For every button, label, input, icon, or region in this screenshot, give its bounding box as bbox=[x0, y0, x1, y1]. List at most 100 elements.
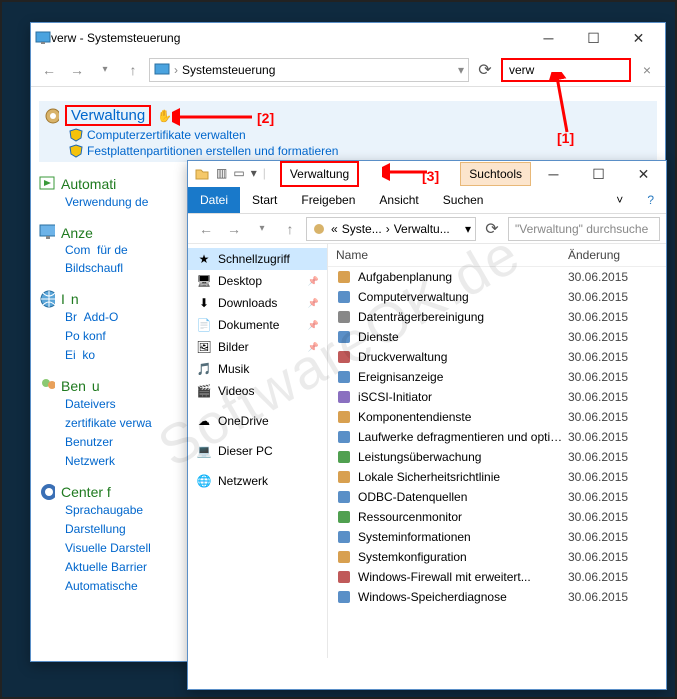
tab-share[interactable]: Freigeben bbox=[289, 187, 367, 213]
folder-icon: 🖥 bbox=[196, 273, 212, 289]
col-date[interactable]: Änderung bbox=[568, 248, 658, 262]
tab-file[interactable]: Datei bbox=[188, 187, 240, 213]
sidebar-item[interactable]: 🖼Bilder bbox=[188, 336, 327, 358]
list-item[interactable]: Dienste30.06.2015 bbox=[328, 327, 666, 347]
search-placeholder: "Verwaltung" durchsuche bbox=[515, 222, 648, 236]
list-item[interactable]: Computerverwaltung30.06.2015 bbox=[328, 287, 666, 307]
list-item[interactable]: Datenträgerbereinigung30.06.2015 bbox=[328, 307, 666, 327]
ribbon: Datei Start Freigeben Ansicht Suchen ˅ ? bbox=[188, 187, 666, 214]
sidebar-item-label: Netzwerk bbox=[218, 474, 268, 488]
recent-button[interactable]: ▾ bbox=[250, 217, 274, 241]
tab-view[interactable]: Ansicht bbox=[367, 187, 430, 213]
list-item[interactable]: Laufwerke defragmentieren und optimier..… bbox=[328, 427, 666, 447]
refresh-button[interactable]: ⟳ bbox=[480, 217, 504, 241]
sidebar-item-label: Videos bbox=[218, 384, 254, 398]
forward-button[interactable]: → bbox=[65, 58, 89, 82]
help-icon[interactable]: ? bbox=[635, 187, 666, 213]
quick-access-toolbar: ▥ ▭ ▾ | bbox=[188, 166, 272, 182]
file-name: Windows-Speicherdiagnose bbox=[358, 590, 568, 604]
file-date: 30.06.2015 bbox=[568, 290, 658, 304]
breadcrumb-item[interactable]: Systemsteuerung bbox=[182, 63, 275, 77]
back-button[interactable]: ← bbox=[37, 58, 61, 82]
address-bar[interactable]: « Syste... › Verwaltu... ▾ bbox=[306, 217, 476, 241]
col-name[interactable]: Name bbox=[336, 248, 568, 262]
minimize-button[interactable]: ─ bbox=[531, 160, 576, 188]
result-sublink[interactable]: Com bbox=[65, 243, 90, 257]
file-name: Windows-Firewall mit erweitert... bbox=[358, 570, 568, 584]
sidebar-item[interactable]: 🖥Desktop bbox=[188, 270, 327, 292]
file-icon bbox=[336, 309, 352, 325]
sidebar-item[interactable]: ⬇Downloads bbox=[188, 292, 327, 314]
breadcrumb-item[interactable]: Syste... bbox=[342, 222, 382, 236]
list-item[interactable]: Systemkonfiguration30.06.2015 bbox=[328, 547, 666, 567]
file-icon bbox=[336, 369, 352, 385]
list-item[interactable]: Aufgabenplanung30.06.2015 bbox=[328, 267, 666, 287]
dropdown-icon[interactable]: ▾ bbox=[465, 222, 471, 236]
file-name: Druckverwaltung bbox=[358, 350, 568, 364]
sidebar-item-label: Downloads bbox=[218, 296, 277, 310]
file-date: 30.06.2015 bbox=[568, 570, 658, 584]
titlebar: verw - Systemsteuerung ─ ☐ ✕ bbox=[31, 23, 665, 53]
list-item[interactable]: Windows-Speicherdiagnose30.06.2015 bbox=[328, 587, 666, 607]
refresh-button[interactable]: ⟳ bbox=[473, 58, 497, 82]
sidebar-item[interactable]: 🌐Netzwerk bbox=[188, 470, 327, 492]
sidebar-item[interactable]: 💻Dieser PC bbox=[188, 440, 327, 462]
result-sublink[interactable]: Bildsch bbox=[65, 261, 104, 275]
search-tools-tab[interactable]: Suchtools bbox=[460, 162, 531, 186]
properties-icon[interactable]: ▥ bbox=[216, 166, 227, 182]
expand-ribbon-icon[interactable]: ˅ bbox=[604, 187, 635, 213]
admin-tools-icon bbox=[311, 221, 327, 237]
list-item[interactable]: ODBC-Datenquellen30.06.2015 bbox=[328, 487, 666, 507]
sidebar-item[interactable]: ★Schnellzugriff bbox=[188, 248, 327, 270]
file-name: Aufgabenplanung bbox=[358, 270, 568, 284]
file-date: 30.06.2015 bbox=[568, 410, 658, 424]
qat-dropdown-icon[interactable]: ▾ bbox=[251, 166, 257, 182]
folder-icon[interactable] bbox=[194, 166, 210, 182]
address-bar[interactable]: › Systemsteuerung ▾ bbox=[149, 58, 469, 82]
up-button[interactable]: ↑ bbox=[121, 58, 145, 82]
annotation-arrow bbox=[382, 162, 432, 182]
tab-start[interactable]: Start bbox=[240, 187, 289, 213]
clear-search-button[interactable]: × bbox=[635, 62, 659, 78]
back-button[interactable]: ← bbox=[194, 217, 218, 241]
file-name: ODBC-Datenquellen bbox=[358, 490, 568, 504]
maximize-button[interactable]: ☐ bbox=[576, 160, 621, 188]
sidebar-item[interactable]: 📄Dokumente bbox=[188, 314, 327, 336]
close-button[interactable]: ✕ bbox=[621, 160, 666, 188]
dropdown-icon[interactable]: ▾ bbox=[458, 63, 464, 77]
list-item[interactable]: Komponentendienste30.06.2015 bbox=[328, 407, 666, 427]
users-icon bbox=[39, 378, 55, 394]
sidebar-item[interactable]: ☁OneDrive bbox=[188, 410, 327, 432]
result-sublink[interactable]: Festplattenpartitionen erstellen und for… bbox=[69, 144, 653, 158]
admin-tools-icon bbox=[43, 108, 59, 124]
file-list: Aufgabenplanung30.06.2015Computerverwalt… bbox=[328, 267, 666, 607]
breadcrumb-item[interactable]: Verwaltu... bbox=[394, 222, 450, 236]
up-button[interactable]: ↑ bbox=[278, 217, 302, 241]
list-item[interactable]: Ereignisanzeige30.06.2015 bbox=[328, 367, 666, 387]
new-folder-icon[interactable]: ▭ bbox=[233, 166, 244, 182]
close-button[interactable]: ✕ bbox=[616, 24, 661, 52]
forward-button[interactable]: → bbox=[222, 217, 246, 241]
tab-search[interactable]: Suchen bbox=[431, 187, 496, 213]
sidebar-item-label: Dokumente bbox=[218, 318, 279, 332]
sidebar-item-label: Schnellzugriff bbox=[218, 252, 290, 266]
sidebar-item[interactable]: 🎵Musik bbox=[188, 358, 327, 380]
file-name: Ereignisanzeige bbox=[358, 370, 568, 384]
list-item[interactable]: Ressourcenmonitor30.06.2015 bbox=[328, 507, 666, 527]
list-item[interactable]: Windows-Firewall mit erweitert...30.06.2… bbox=[328, 567, 666, 587]
list-item[interactable]: Druckverwaltung30.06.2015 bbox=[328, 347, 666, 367]
maximize-button[interactable]: ☐ bbox=[571, 24, 616, 52]
recent-button[interactable]: ▾ bbox=[93, 58, 117, 82]
list-item[interactable]: Lokale Sicherheitsrichtlinie30.06.2015 bbox=[328, 467, 666, 487]
list-item[interactable]: iSCSI-Initiator30.06.2015 bbox=[328, 387, 666, 407]
sidebar-item-label: Musik bbox=[218, 362, 249, 376]
sidebar-item[interactable]: 🎬Videos bbox=[188, 380, 327, 402]
list-item[interactable]: Leistungsüberwachung30.06.2015 bbox=[328, 447, 666, 467]
column-headers[interactable]: Name Änderung bbox=[328, 244, 666, 267]
minimize-button[interactable]: ─ bbox=[526, 24, 571, 52]
search-input[interactable]: "Verwaltung" durchsuche bbox=[508, 217, 660, 241]
folder-icon: 💻 bbox=[196, 443, 212, 459]
list-item[interactable]: Systeminformationen30.06.2015 bbox=[328, 527, 666, 547]
file-name: Dienste bbox=[358, 330, 568, 344]
file-icon bbox=[336, 269, 352, 285]
